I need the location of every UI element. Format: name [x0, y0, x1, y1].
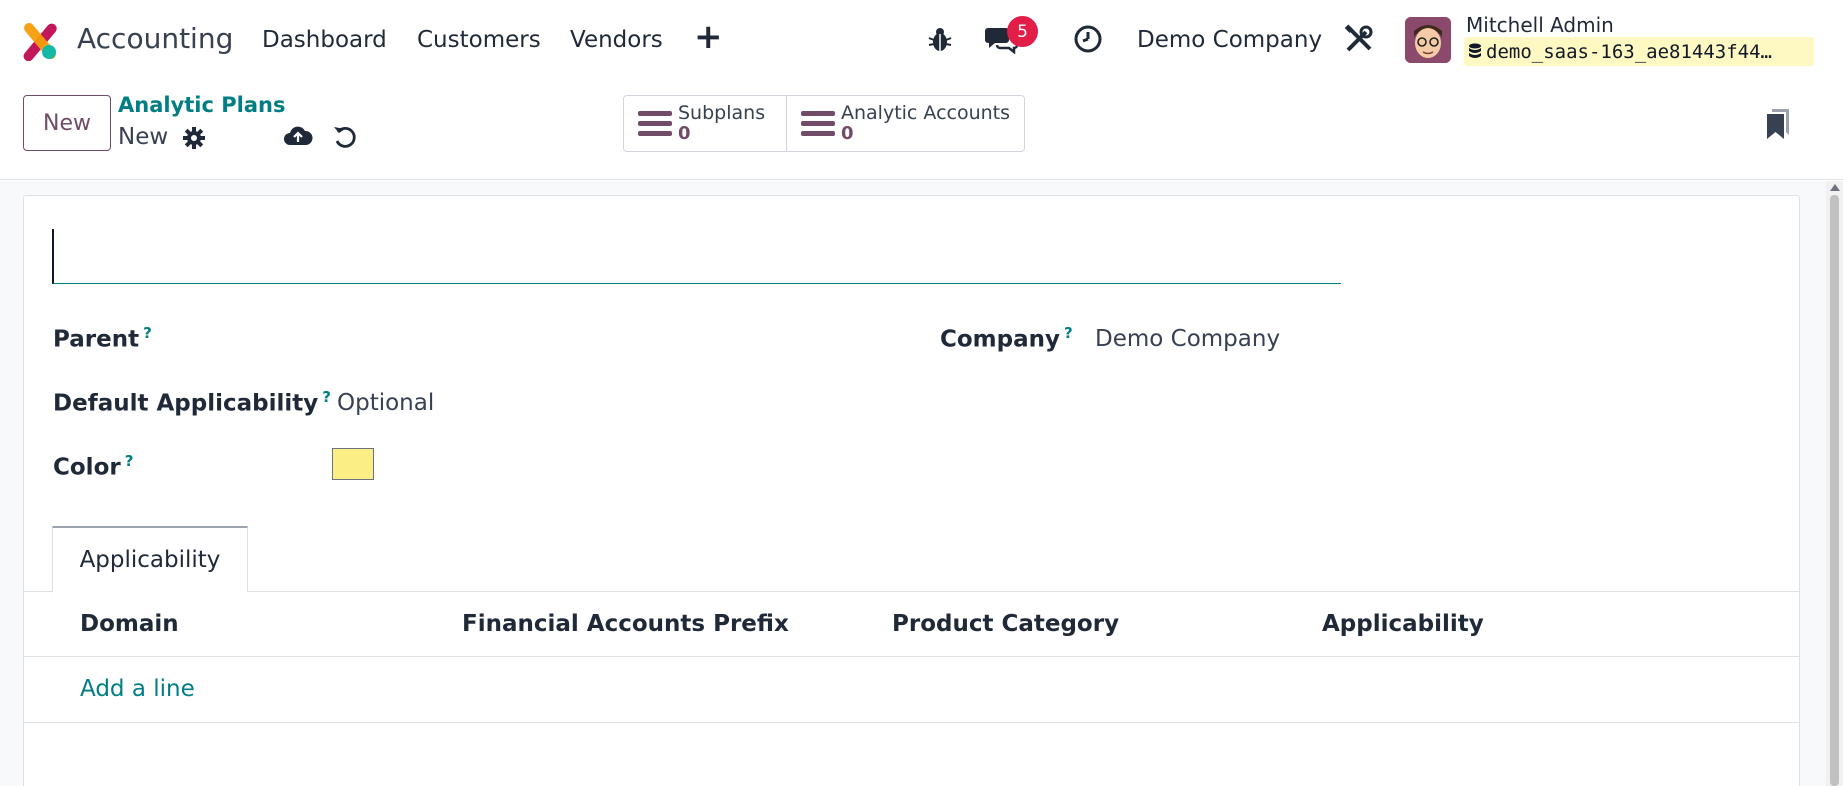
subplans-count: 0 — [678, 123, 691, 145]
form-sheet: Parent? Company? Demo Company Default Ap… — [23, 195, 1800, 786]
app-logo-icon[interactable] — [20, 21, 60, 61]
scroll-thumb[interactable] — [1830, 195, 1839, 786]
subplans-button[interactable]: Subplans 0 — [624, 96, 786, 151]
table-header: Domain Financial Accounts Prefix Product… — [24, 592, 1799, 657]
color-tooltip[interactable]: ? — [125, 452, 134, 470]
user-avatar[interactable] — [1405, 17, 1451, 63]
company-field[interactable]: Demo Company — [1095, 326, 1280, 352]
table-body: Add a line — [24, 657, 1799, 723]
column-domain[interactable]: Domain — [80, 611, 179, 637]
subplans-label: Subplans — [678, 102, 766, 125]
default-applicability-select[interactable]: Optional — [337, 390, 434, 416]
plus-icon[interactable]: + — [694, 20, 723, 54]
default-applicability-label-text: Default Applicability — [53, 390, 319, 417]
app-name[interactable]: Accounting — [77, 22, 233, 55]
parent-field[interactable] — [342, 324, 902, 356]
database-name: demo_saas-163_ae81443f44… — [1464, 37, 1814, 66]
top-navbar: Accounting Dashboard Customers Vendors +… — [0, 0, 1843, 80]
bug-icon[interactable] — [927, 24, 953, 54]
analytic-accounts-label: Analytic Accounts — [841, 102, 1011, 125]
company-label-text: Company — [940, 326, 1060, 353]
default-applicability-tooltip[interactable]: ? — [322, 388, 331, 406]
control-panel: New Analytic Plans New Subplans 0 Analyt… — [0, 80, 1843, 180]
undo-icon[interactable] — [332, 124, 358, 150]
database-label: demo_saas-163_ae81443f44… — [1486, 40, 1772, 63]
analytic-accounts-button[interactable]: Analytic Accounts 0 — [786, 96, 1024, 151]
color-label: Color? — [53, 452, 133, 481]
menu-vendors[interactable]: Vendors — [570, 27, 663, 53]
parent-tooltip[interactable]: ? — [143, 324, 152, 342]
menu-customers[interactable]: Customers — [417, 27, 541, 53]
smart-buttons: Subplans 0 Analytic Accounts 0 — [623, 95, 1025, 152]
list-icon — [801, 110, 835, 136]
color-picker[interactable] — [332, 448, 374, 480]
column-financial-accounts-prefix[interactable]: Financial Accounts Prefix — [462, 611, 789, 637]
breadcrumb-analytic-plans[interactable]: Analytic Plans — [118, 93, 285, 117]
tools-icon[interactable] — [1344, 24, 1374, 54]
default-applicability-label: Default Applicability? — [53, 388, 331, 417]
breadcrumb-current: New — [118, 124, 169, 150]
gear-icon[interactable] — [182, 126, 206, 150]
column-applicability[interactable]: Applicability — [1322, 611, 1484, 637]
tab-applicability[interactable]: Applicability — [52, 526, 248, 593]
bookmark-icon[interactable] — [1765, 108, 1791, 140]
add-line-link[interactable]: Add a line — [80, 676, 195, 702]
new-button[interactable]: New — [23, 95, 111, 151]
column-product-category[interactable]: Product Category — [892, 611, 1119, 637]
clock-icon[interactable] — [1073, 24, 1103, 54]
menu-dashboard[interactable]: Dashboard — [262, 27, 387, 53]
form-view: Parent? Company? Demo Company Default Ap… — [0, 181, 1843, 786]
company-tooltip[interactable]: ? — [1064, 324, 1073, 342]
parent-label: Parent? — [53, 324, 152, 353]
messages-badge: 5 — [1007, 16, 1038, 47]
color-label-text: Color — [53, 454, 121, 481]
scroll-up-arrow[interactable] — [1830, 184, 1840, 191]
parent-label-text: Parent — [53, 326, 140, 353]
analytic-accounts-count: 0 — [841, 123, 854, 145]
company-switcher[interactable]: Demo Company — [1137, 27, 1322, 53]
company-label: Company? — [940, 324, 1073, 353]
list-icon — [638, 110, 672, 136]
user-name[interactable]: Mitchell Admin — [1466, 13, 1614, 37]
database-icon — [1469, 43, 1481, 58]
name-input[interactable] — [52, 229, 1341, 284]
scrollbar[interactable] — [1826, 181, 1843, 786]
cloud-upload-icon[interactable] — [283, 124, 313, 148]
notebook-tabs: Applicability — [24, 526, 1799, 593]
